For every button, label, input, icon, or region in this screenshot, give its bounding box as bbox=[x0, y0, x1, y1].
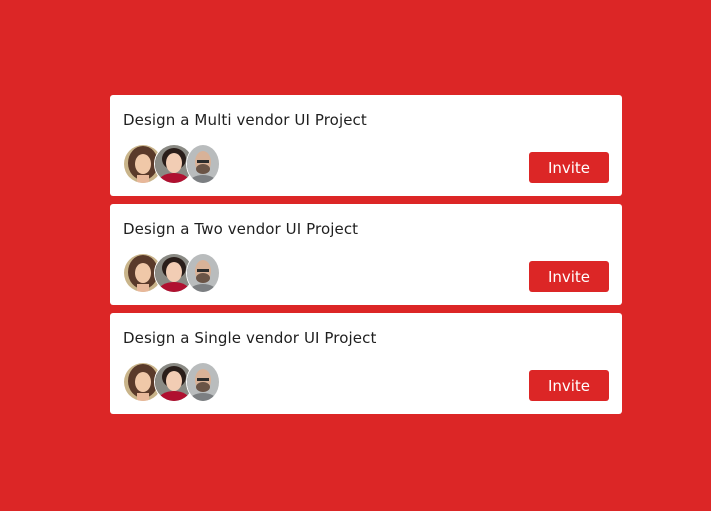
project-card: Design a Multi vendor UI Project Invite bbox=[110, 95, 622, 196]
invite-button[interactable]: Invite bbox=[529, 370, 609, 401]
project-list: Design a Multi vendor UI Project Invite … bbox=[110, 95, 622, 422]
member-avatars bbox=[123, 253, 233, 293]
man-bearded-avatar[interactable] bbox=[186, 144, 220, 184]
project-card: Design a Two vendor UI Project Invite bbox=[110, 204, 622, 305]
project-title: Design a Multi vendor UI Project bbox=[123, 111, 367, 129]
member-avatars bbox=[123, 144, 233, 184]
invite-button[interactable]: Invite bbox=[529, 261, 609, 292]
member-avatars bbox=[123, 362, 233, 402]
invite-button[interactable]: Invite bbox=[529, 152, 609, 183]
project-title: Design a Single vendor UI Project bbox=[123, 329, 377, 347]
man-bearded-avatar[interactable] bbox=[186, 253, 220, 293]
man-bearded-avatar[interactable] bbox=[186, 362, 220, 402]
project-title: Design a Two vendor UI Project bbox=[123, 220, 359, 238]
project-card: Design a Single vendor UI Project Invite bbox=[110, 313, 622, 414]
